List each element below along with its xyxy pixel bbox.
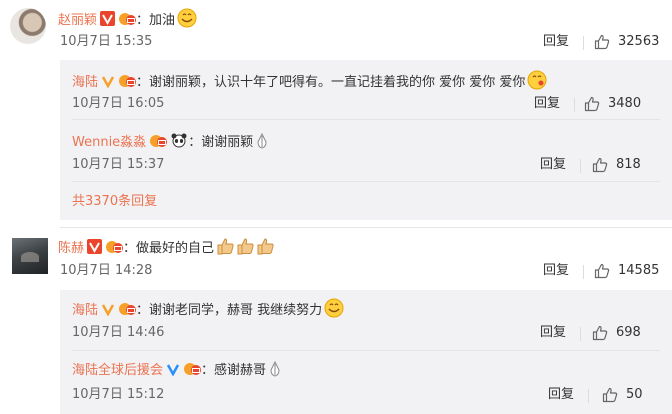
like-count: 50 — [626, 387, 643, 402]
reply-button[interactable]: 回复 — [534, 95, 560, 113]
like-button[interactable]: 818 — [592, 156, 641, 174]
thumbs-up-icon — [584, 96, 600, 112]
thumbs-up-icon — [592, 157, 608, 173]
smile-emoji-icon — [177, 8, 197, 34]
divider — [580, 159, 581, 173]
bow-hands-icon — [255, 132, 269, 156]
thumbs-up-icon — [592, 325, 608, 341]
username-link[interactable]: 陈赫 — [58, 241, 84, 256]
verified-red-v-icon — [87, 239, 103, 260]
divider — [72, 181, 660, 182]
like-count: 698 — [616, 325, 641, 340]
reply-button[interactable]: 回复 — [540, 156, 566, 174]
comment-header: 陈赫 ：做最好的自己 — [58, 236, 276, 262]
divider — [583, 265, 584, 279]
replies-block: 海陆 ：谢谢丽颖，认识十年了吧得有。一直记挂着我的你 爱你 爱你 爱你 10月7日… — [60, 60, 672, 220]
reply-time: 10月7日 15:12 — [72, 387, 165, 402]
like-button[interactable]: 698 — [592, 324, 641, 342]
verified-blue-v-icon — [166, 362, 180, 382]
username-link[interactable]: 海陆 — [72, 75, 98, 90]
kiss-emoji-icon — [527, 70, 547, 96]
bow-hands-icon — [268, 360, 282, 384]
reply-button[interactable]: 回复 — [543, 33, 569, 51]
divider — [574, 98, 575, 112]
thumbs-up-emoji-icon — [216, 236, 276, 262]
comment-text: ：加油 — [136, 13, 176, 28]
vip-badge-icon — [118, 11, 137, 32]
more-replies-link[interactable]: 共3370条回复 — [72, 193, 157, 211]
vip-badge-icon — [149, 133, 168, 154]
divider — [580, 327, 581, 341]
thumbs-up-icon — [594, 263, 610, 279]
like-count: 818 — [616, 157, 641, 172]
verified-orange-v-icon — [101, 74, 115, 94]
panda-badge-icon — [170, 133, 188, 154]
reply-button[interactable]: 回复 — [548, 386, 574, 404]
reply-time: 10月7日 14:46 — [72, 325, 165, 340]
reply-button[interactable]: 回复 — [543, 262, 569, 280]
divider — [588, 389, 589, 403]
like-button[interactable]: 50 — [602, 386, 643, 404]
vip-badge-icon — [118, 73, 137, 94]
reply-text: ：谢谢老同学，赫哥 我继续努力 — [136, 303, 323, 318]
reply-header: 海陆 ：谢谢丽颖，认识十年了吧得有。一直记挂着我的你 爱你 爱你 爱你 — [72, 70, 547, 96]
reply-time: 10月7日 15:37 — [72, 157, 165, 172]
vip-badge-icon — [118, 301, 137, 322]
smile-emoji-icon — [324, 298, 344, 324]
username-link[interactable]: 赵丽颖 — [58, 13, 97, 28]
divider — [72, 350, 660, 351]
reply-header: Wennie淼淼 ：谢谢丽颖 — [72, 132, 269, 156]
comment-header: 赵丽颖 ：加油 — [58, 8, 197, 34]
comment-text: ：做最好的自己 — [123, 241, 215, 256]
reply-text: ：谢谢丽颖 — [188, 135, 254, 150]
reply-header: 海陆 ：谢谢老同学，赫哥 我继续努力 — [72, 298, 344, 324]
divider — [72, 119, 660, 120]
like-count: 3480 — [608, 96, 642, 111]
username-link[interactable]: Wennie淼淼 — [72, 135, 146, 150]
vip-badge-icon — [183, 361, 202, 382]
reply-text: ：谢谢丽颖，认识十年了吧得有。一直记挂着我的你 爱你 爱你 爱你 — [136, 75, 526, 90]
like-button[interactable]: 32563 — [594, 33, 659, 51]
username-link[interactable]: 海陆 — [72, 303, 98, 318]
comment-separator — [60, 227, 672, 228]
comment-time: 10月7日 14:28 — [60, 263, 153, 278]
reply-button[interactable]: 回复 — [540, 324, 566, 342]
like-count: 32563 — [618, 34, 660, 49]
comment-feed: 赵丽颖 ：加油 10月7日 15:35 回复 32563 海陆 ：谢谢丽颖，认识十年… — [0, 0, 672, 414]
like-count: 14585 — [618, 263, 660, 278]
reply-text: ：感谢赫哥 — [201, 363, 267, 378]
verified-red-v-icon — [100, 11, 116, 32]
thumbs-up-icon — [594, 34, 610, 50]
reply-time: 10月7日 16:05 — [72, 96, 165, 111]
avatar[interactable] — [12, 238, 48, 274]
like-button[interactable]: 14585 — [594, 262, 659, 280]
comment-time: 10月7日 15:35 — [60, 34, 153, 49]
replies-block: 海陆 ：谢谢老同学，赫哥 我继续努力 10月7日 14:46 回复 698 海陆全… — [60, 290, 672, 414]
thumbs-up-icon — [602, 387, 618, 403]
like-button[interactable]: 3480 — [584, 95, 641, 113]
vip-badge-icon — [105, 239, 124, 260]
avatar[interactable] — [10, 8, 46, 44]
divider — [583, 36, 584, 50]
username-link[interactable]: 海陆全球后援会 — [72, 363, 163, 378]
verified-orange-v-icon — [101, 302, 115, 322]
reply-header: 海陆全球后援会 ：感谢赫哥 — [72, 360, 282, 384]
